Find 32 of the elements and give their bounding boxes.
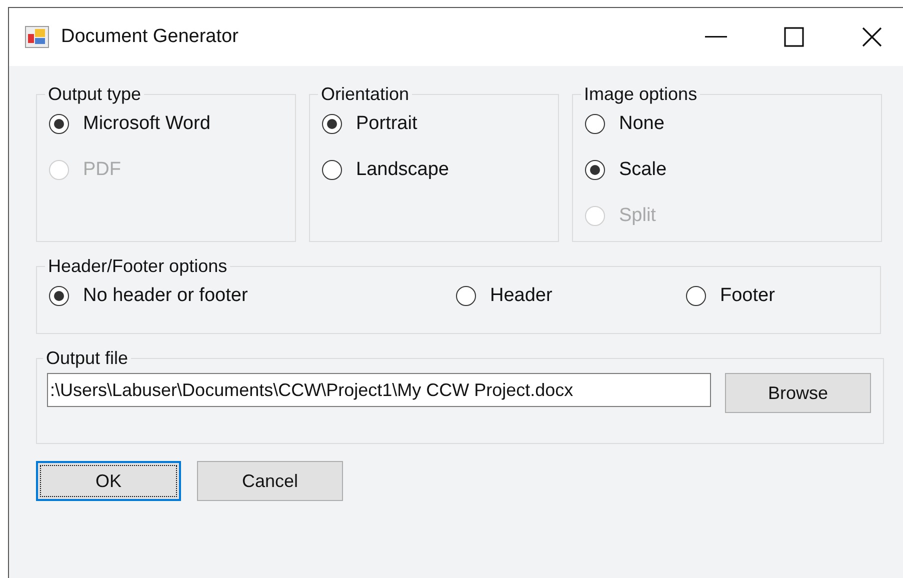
- radio-label: None: [619, 113, 664, 135]
- radio-button[interactable]: [686, 286, 706, 306]
- dialog-button[interactable]: OK: [36, 461, 181, 501]
- radio-button[interactable]: [585, 114, 605, 134]
- radio-label: Microsoft Word: [83, 113, 210, 135]
- group-title: Image options: [583, 84, 698, 105]
- radio-label: PDF: [83, 159, 121, 181]
- group-title: Header/Footer options: [47, 256, 228, 277]
- dialog-button[interactable]: Cancel: [197, 461, 343, 501]
- minimize-icon: [705, 36, 727, 38]
- radio-button[interactable]: [456, 286, 476, 306]
- radio-label: Footer: [720, 285, 775, 307]
- group-title: Output file: [45, 348, 130, 369]
- group-title: Orientation: [320, 84, 410, 105]
- radio-label: Landscape: [356, 159, 449, 181]
- radio-label: No header or footer: [83, 285, 248, 307]
- radio-button[interactable]: [49, 286, 69, 306]
- radio-button[interactable]: [585, 160, 605, 180]
- radio-label: Portrait: [356, 113, 418, 135]
- group-title: Output type: [47, 84, 142, 105]
- app-icon: [25, 26, 49, 48]
- browse-button[interactable]: Browse: [725, 373, 871, 413]
- radio-button[interactable]: [49, 114, 69, 134]
- radio-button[interactable]: [322, 160, 342, 180]
- window-title: Document Generator: [61, 26, 240, 48]
- radio-label: Scale: [619, 159, 667, 181]
- radio-button[interactable]: [322, 114, 342, 134]
- radio-label: Split: [619, 205, 656, 227]
- radio-label: Header: [490, 285, 552, 307]
- file-path-field[interactable]: :\Users\Labuser\Documents\CCW\Project1\My CCW Project.docx: [47, 373, 711, 407]
- maximize-icon: [784, 27, 804, 47]
- close-icon: [862, 27, 882, 47]
